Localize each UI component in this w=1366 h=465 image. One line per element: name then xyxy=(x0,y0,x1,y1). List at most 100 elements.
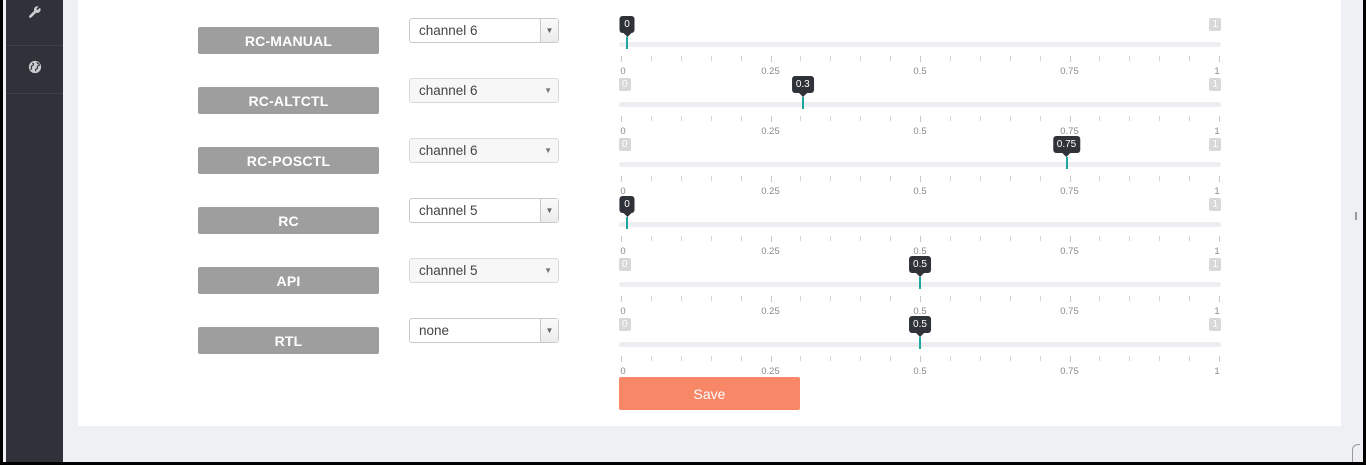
slider-tick xyxy=(1099,116,1101,121)
slider-tick xyxy=(830,56,832,61)
slider-handle[interactable] xyxy=(801,97,804,109)
threshold-slider[interactable]: 0 1 0 0.25 0.5 0.75 1 0.5 xyxy=(619,256,1221,318)
scrollbar-corner xyxy=(1352,444,1360,462)
slider-tick xyxy=(650,56,652,61)
slider-min-label: 0 xyxy=(619,78,631,91)
slider-tick xyxy=(710,296,712,301)
mode-label: RC-MANUAL xyxy=(198,27,379,54)
slider-tick xyxy=(1129,116,1131,121)
chevron-down-icon: ▼ xyxy=(544,86,552,95)
slider-tick xyxy=(890,176,892,181)
slider-tick-label: 0.5 xyxy=(913,366,927,377)
slider-tick xyxy=(680,356,682,361)
slider-tick xyxy=(979,296,981,301)
threshold-slider[interactable]: 0 1 0 0.25 0.5 0.75 1 0.5 xyxy=(619,316,1221,378)
slider-tick xyxy=(1219,56,1220,62)
slider-tick xyxy=(1219,356,1220,362)
slider-tick xyxy=(920,356,921,362)
slider-tick xyxy=(920,56,921,62)
threshold-slider[interactable]: 0100.250.50.7510 xyxy=(619,196,1221,258)
slider-tick xyxy=(680,236,682,241)
slider-tick xyxy=(770,176,772,182)
slider-tick xyxy=(800,56,802,61)
slider-tick xyxy=(1159,296,1161,301)
slider-tick xyxy=(1129,356,1131,361)
mode-label: RC-ALTCTL xyxy=(198,87,379,114)
slider-tick xyxy=(710,56,712,61)
slider-tick xyxy=(1159,176,1161,181)
slider-handle[interactable] xyxy=(919,277,921,289)
scrollbar-grip[interactable] xyxy=(1355,212,1357,220)
slider-tick-label: 0 xyxy=(620,306,626,317)
slider-tick xyxy=(621,176,622,182)
chevron-down-icon: ▼ xyxy=(540,199,558,222)
slider-tick xyxy=(1099,296,1101,301)
slider-tick xyxy=(800,176,802,181)
slider-handle[interactable] xyxy=(626,217,628,229)
slider-tick xyxy=(1159,356,1161,361)
slider-tick-label: 0 xyxy=(620,366,626,377)
slider-tick xyxy=(860,356,862,361)
channel-select[interactable]: none ▼ xyxy=(409,318,559,343)
slider-tick xyxy=(800,236,802,241)
slider-track[interactable] xyxy=(619,42,1221,47)
slider-tick xyxy=(1189,116,1191,121)
slider-tick-label: 1 xyxy=(1214,126,1220,137)
slider-tick xyxy=(621,56,622,62)
channel-select[interactable]: channel 6 ▼ xyxy=(409,78,559,103)
slider-tick-label: 0.75 xyxy=(1060,246,1079,257)
slider-tick xyxy=(650,296,652,301)
channel-select[interactable]: channel 5 ▼ xyxy=(409,198,559,223)
slider-tick xyxy=(890,236,892,241)
slider-track[interactable] xyxy=(619,222,1221,227)
slider-tick xyxy=(770,356,772,362)
slider-tick xyxy=(949,176,951,181)
slider-handle[interactable] xyxy=(1065,157,1068,169)
slider-track[interactable] xyxy=(619,102,1221,107)
sidebar-item-settings[interactable] xyxy=(6,0,63,46)
channel-select[interactable]: channel 6 ▼ xyxy=(409,18,559,43)
channel-select-value: channel 6 xyxy=(419,143,478,158)
slider-tick xyxy=(860,116,862,121)
threshold-slider[interactable]: 1 0 0.25 0.5 0.75 1 0 xyxy=(619,16,1221,78)
slider-tick xyxy=(770,236,772,242)
slider-tick xyxy=(1189,176,1191,181)
slider-tick-label: 0.25 xyxy=(761,66,780,77)
slider-tick xyxy=(890,356,892,361)
slider-handle[interactable] xyxy=(919,337,921,349)
save-button[interactable]: Save xyxy=(619,377,800,410)
slider-tick xyxy=(979,356,981,361)
slider-tick xyxy=(1219,236,1220,242)
chevron-down-icon: ▼ xyxy=(540,319,558,342)
slider-tick xyxy=(1189,296,1191,301)
slider-tick-label: 0.75 xyxy=(1060,366,1079,377)
slider-tick xyxy=(740,116,742,121)
slider-tick xyxy=(949,56,951,61)
slider-tick-label: 0 xyxy=(620,66,626,77)
slider-tick-label: 1 xyxy=(1214,186,1220,197)
slider-value-bubble: 0.75 xyxy=(1052,136,1081,157)
slider-tick xyxy=(920,116,921,122)
slider-value-bubble: 0.3 xyxy=(791,76,814,97)
threshold-slider[interactable]: 0 1 0 0.25 0.5 0.75 1 0.75 xyxy=(619,136,1221,198)
sidebar-item-map[interactable] xyxy=(6,46,63,94)
slider-track[interactable] xyxy=(619,162,1221,167)
slider-tick xyxy=(830,176,832,181)
slider-tick-label: 1 xyxy=(1214,246,1220,257)
slider-tick xyxy=(1189,56,1191,61)
threshold-slider[interactable]: 0 1 0 0.25 0.5 0.75 1 0.3 xyxy=(619,76,1221,138)
slider-tick xyxy=(1159,56,1161,61)
globe-icon xyxy=(28,60,42,79)
channel-select[interactable]: channel 6 ▼ xyxy=(409,138,559,163)
slider-handle[interactable] xyxy=(626,37,628,49)
slider-tick xyxy=(770,56,772,62)
channel-select[interactable]: channel 5 ▼ xyxy=(409,258,559,283)
slider-tick xyxy=(1009,176,1011,181)
slider-tick-label: 0.25 xyxy=(761,186,780,197)
slider-tick xyxy=(830,356,832,361)
mode-label: RC xyxy=(198,207,379,234)
slider-tick xyxy=(1159,116,1161,121)
slider-tick xyxy=(1039,56,1041,61)
slider-tick xyxy=(1009,56,1011,61)
slider-max-label: 1 xyxy=(1209,198,1221,211)
